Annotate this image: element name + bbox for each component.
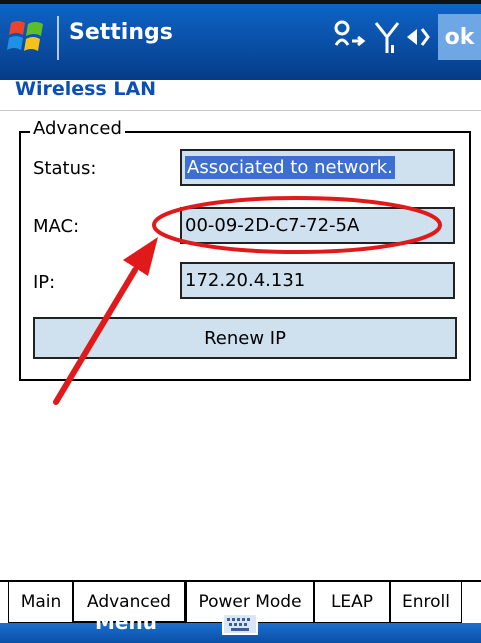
annotation-arrow-shaft bbox=[53, 267, 138, 405]
menu-softkey[interactable]: Menu bbox=[95, 610, 157, 634]
tab-main[interactable]: Main bbox=[8, 582, 74, 623]
annotation-overlay bbox=[53, 196, 442, 405]
tab-enroll[interactable]: Enroll bbox=[390, 582, 462, 623]
keyboard-icon[interactable] bbox=[222, 613, 258, 635]
annotation-arrow-head bbox=[123, 237, 158, 276]
tab-leap[interactable]: LEAP bbox=[314, 582, 390, 623]
annotation-ellipse bbox=[152, 196, 442, 254]
